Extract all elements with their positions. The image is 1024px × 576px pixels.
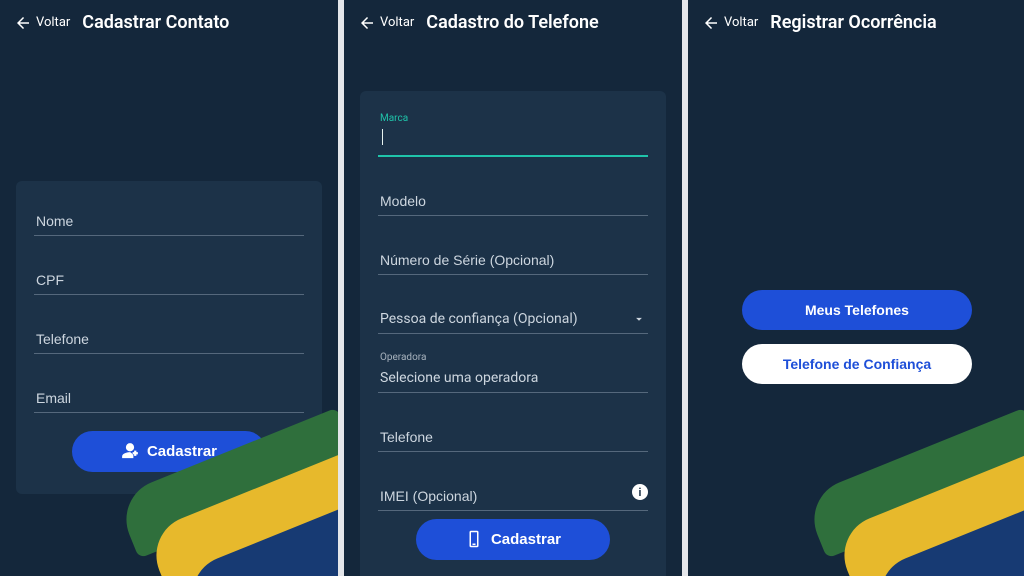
back-label: Voltar — [380, 15, 414, 30]
numero-serie-field — [378, 244, 648, 275]
screen-cadastro-telefone: Voltar Cadastro do Telefone Marca Pessoa… — [344, 0, 682, 576]
page-title: Cadastrar Contato — [82, 12, 324, 33]
telefone-field — [378, 421, 648, 452]
cadastrar-button[interactable]: Cadastrar — [416, 519, 610, 560]
nome-field — [34, 205, 304, 236]
header: Voltar Cadastro do Telefone — [344, 0, 682, 41]
back-button[interactable]: Voltar — [358, 14, 414, 32]
modelo-field — [378, 185, 648, 216]
telefone-input[interactable] — [34, 323, 304, 354]
pessoa-confianca-label: Pessoa de confiança (Opcional) — [380, 311, 578, 327]
chevron-down-icon — [632, 312, 646, 326]
meus-telefones-button[interactable]: Meus Telefones — [742, 290, 972, 330]
numero-serie-input[interactable] — [378, 244, 648, 275]
cpf-input[interactable] — [34, 264, 304, 295]
back-label: Voltar — [36, 15, 70, 30]
action-buttons: Meus Telefones Telefone de Confiança — [688, 290, 1024, 384]
marca-field: Marca — [378, 125, 648, 157]
arrow-left-icon — [14, 14, 32, 32]
cpf-field — [34, 264, 304, 295]
email-input[interactable] — [34, 382, 304, 413]
screen-cadastrar-contato: Voltar Cadastrar Contato Cadastrar — [0, 0, 338, 576]
header: Voltar Registrar Ocorrência — [688, 0, 1024, 41]
page-title: Cadastro do Telefone — [426, 12, 668, 33]
telefone-input[interactable] — [378, 421, 648, 452]
telefone-field — [34, 323, 304, 354]
cadastrar-button[interactable]: Cadastrar — [72, 431, 266, 472]
imei-field: i — [378, 480, 648, 511]
text-caret — [382, 129, 383, 145]
info-icon[interactable]: i — [632, 484, 648, 500]
marca-input[interactable] — [378, 125, 648, 157]
cadastrar-button-label: Cadastrar — [491, 531, 561, 548]
modelo-input[interactable] — [378, 185, 648, 216]
contact-form-card: Cadastrar — [16, 181, 322, 494]
back-button[interactable]: Voltar — [702, 14, 758, 32]
back-button[interactable]: Voltar — [14, 14, 70, 32]
person-add-icon — [121, 442, 139, 460]
email-field — [34, 382, 304, 413]
pessoa-confianca-field[interactable]: Pessoa de confiança (Opcional) — [378, 303, 648, 334]
marca-label: Marca — [380, 113, 408, 124]
screen-registrar-ocorrencia: Voltar Registrar Ocorrência Meus Telefon… — [688, 0, 1024, 576]
telefone-confianca-button[interactable]: Telefone de Confiança — [742, 344, 972, 384]
imei-input[interactable] — [378, 480, 648, 511]
operadora-field[interactable]: Operadora Selecione uma operadora — [378, 362, 648, 393]
header: Voltar Cadastrar Contato — [0, 0, 338, 41]
arrow-left-icon — [358, 14, 376, 32]
cadastrar-button-label: Cadastrar — [147, 443, 217, 460]
decoration-strokes — [826, 446, 1024, 576]
operadora-placeholder: Selecione uma operadora — [380, 370, 538, 386]
back-label: Voltar — [724, 15, 758, 30]
arrow-left-icon — [702, 14, 720, 32]
operadora-label: Operadora — [380, 352, 426, 363]
nome-input[interactable] — [34, 205, 304, 236]
page-title: Registrar Ocorrência — [770, 12, 1012, 33]
phone-add-icon — [465, 530, 483, 548]
phone-form-card: Marca Pessoa de confiança (Opcional) Ope… — [360, 91, 666, 576]
